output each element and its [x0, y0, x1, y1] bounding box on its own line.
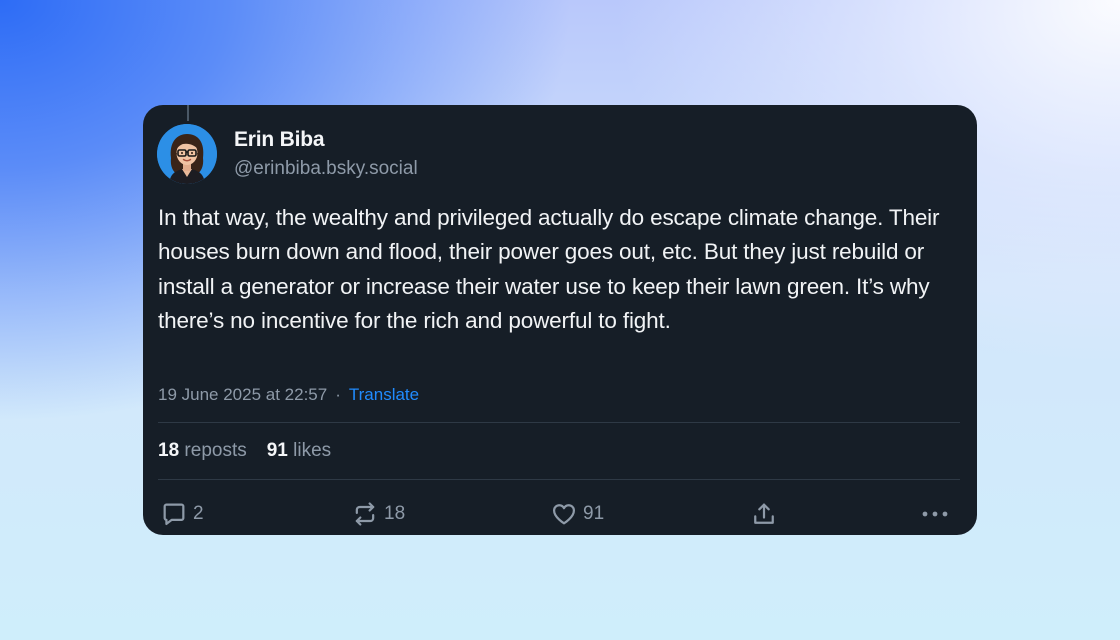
post-stats: 18 reposts 91 likes — [158, 439, 331, 463]
translate-link[interactable]: Translate — [349, 385, 419, 404]
share-icon — [750, 500, 778, 528]
post-author: Erin Biba @erinbiba.bsky.social — [234, 127, 418, 182]
divider — [158, 479, 960, 480]
post-meta: 19 June 2025 at 22:57 · Translate — [158, 384, 419, 406]
thread-connector-line — [187, 105, 189, 121]
reposts-count: 18 — [158, 440, 180, 461]
share-button[interactable] — [750, 499, 778, 529]
post-card: Erin Biba @erinbiba.bsky.social In that … — [143, 105, 977, 535]
avatar[interactable] — [157, 124, 217, 184]
divider — [158, 422, 960, 423]
author-display-name[interactable]: Erin Biba — [234, 127, 418, 153]
repost-count: 18 — [384, 503, 406, 524]
more-icon — [919, 500, 951, 528]
more-options-button[interactable] — [919, 499, 951, 529]
likes-stat[interactable]: 91 likes — [267, 440, 331, 461]
like-count: 91 — [583, 503, 605, 524]
repost-button[interactable]: 18 — [351, 499, 405, 529]
post-text: In that way, the wealthy and privileged … — [158, 205, 940, 334]
reposts-stat[interactable]: 18 reposts — [158, 440, 247, 461]
like-button[interactable]: 91 — [550, 499, 604, 529]
reply-icon — [160, 500, 188, 528]
meta-separator: · — [335, 385, 341, 404]
heart-icon — [550, 500, 578, 528]
reply-button[interactable]: 2 — [160, 499, 204, 529]
post-timestamp: 19 June 2025 at 22:57 — [158, 385, 328, 404]
likes-count: 91 — [266, 440, 288, 461]
avatar-illustration — [157, 124, 217, 184]
reposts-label: reposts — [184, 440, 247, 461]
author-handle[interactable]: @erinbiba.bsky.social — [234, 156, 418, 182]
repost-icon — [351, 500, 379, 528]
reply-count: 2 — [193, 503, 204, 524]
likes-label: likes — [293, 440, 332, 461]
